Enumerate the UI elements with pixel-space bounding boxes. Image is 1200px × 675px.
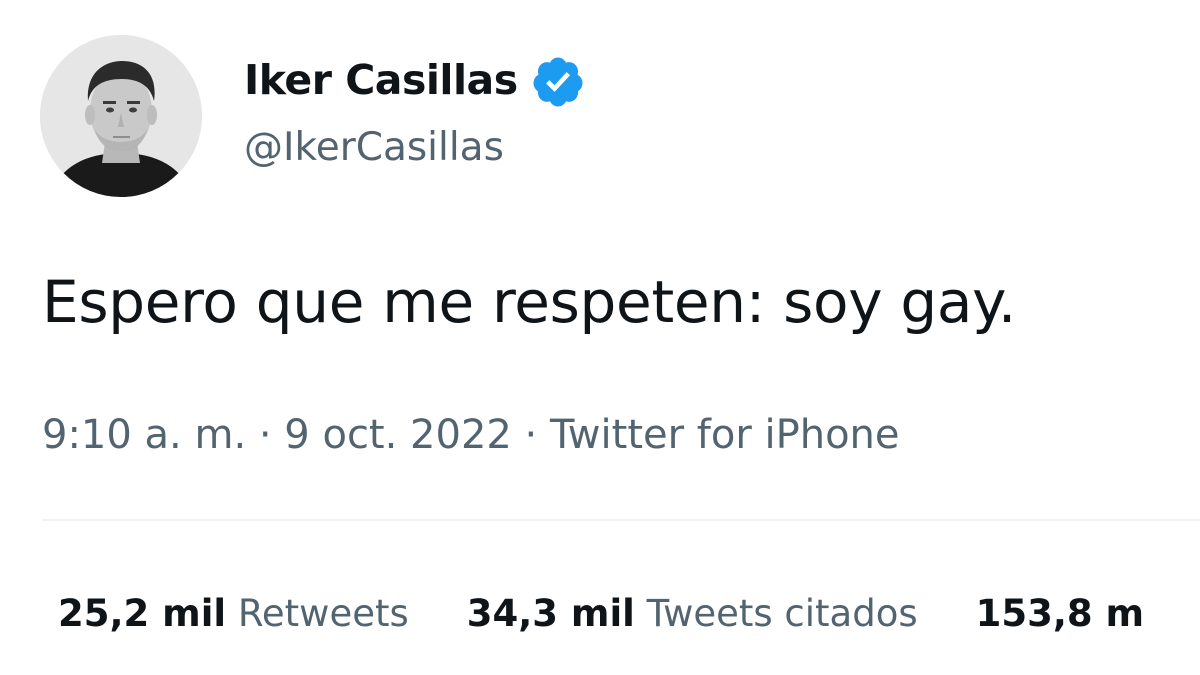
avatar[interactable]: [40, 35, 202, 197]
user-handle[interactable]: @IkerCasillas: [244, 122, 504, 174]
quote-tweets-stat[interactable]: 34,3 mil Tweets citados: [467, 592, 918, 635]
tweet-stats: 25,2 mil Retweets 34,3 mil Tweets citados…: [58, 588, 1200, 640]
avatar-photo: [40, 35, 202, 197]
likes-stat[interactable]: 153,8 m: [976, 592, 1144, 635]
retweets-label: Retweets: [237, 592, 409, 635]
divider: [42, 519, 1200, 521]
likes-count: 153,8 m: [975, 592, 1145, 635]
retweets-count: 25,2 mil: [58, 592, 227, 635]
quote-tweets-count: 34,3 mil: [466, 592, 635, 635]
tweet-metadata[interactable]: 9:10 a. m. · 9 oct. 2022 · Twitter for i…: [42, 408, 900, 462]
retweets-stat[interactable]: 25,2 mil Retweets: [58, 592, 409, 635]
tweet-card: Iker Casillas @IkerCasillas Espero que m…: [0, 0, 1200, 675]
verified-badge-icon: [533, 57, 583, 107]
quote-tweets-label: Tweets citados: [646, 592, 918, 635]
tweet-text: Espero que me respeten: soy gay.: [42, 268, 1017, 336]
display-name[interactable]: Iker Casillas: [244, 52, 518, 108]
